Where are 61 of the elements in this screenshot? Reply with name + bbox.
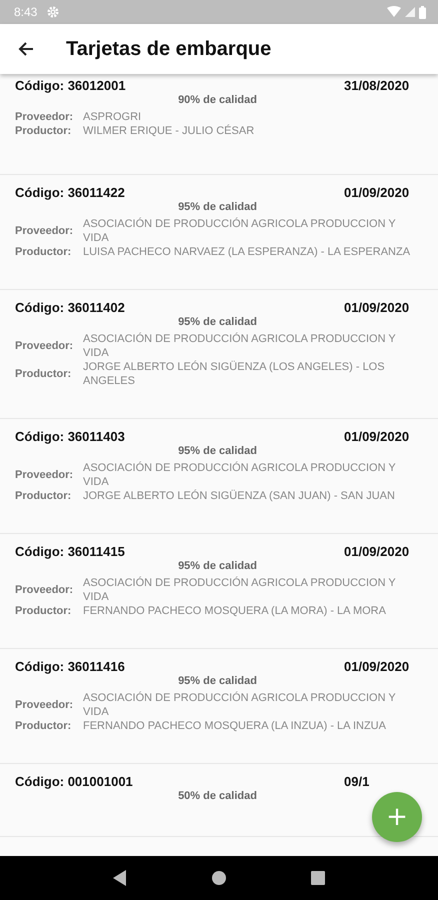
quality-text: 95% de calidad xyxy=(178,201,257,213)
field-value: LUISA PACHECO NARVAEZ (LA ESPERANZA) - LA ESPERANZA xyxy=(83,245,410,259)
quality-text: 95% de calidad xyxy=(178,560,257,572)
field-label: Productor: xyxy=(15,125,72,137)
field-value: FERNANDO PACHECO MOSQUERA (LA MORA) - LA MORA xyxy=(83,604,386,618)
field-label: Productor: xyxy=(15,490,72,502)
boarding-card[interactable]: Código: 36011403 01/09/2020 95% de calidad Proveedor: ASOCIACIÓN DE PRODUCCIÓN AGRICOLA PRODUCCION Y VIDA Productor: JORGE ALBERTO LEÓN SIGÜENZA (SAN JUAN) - SAN JUAN xyxy=(0,419,438,534)
boarding-card[interactable]: Código: 36011422 01/09/2020 95% de calidad Proveedor: ASOCIACIÓN DE PRODUCCIÓN AGRICOLA PRODUCCION Y VIDA Productor: LUISA PACHECO NARVAEZ (LA ESPERANZA) - LA ESPERANZA xyxy=(0,175,438,290)
home-icon[interactable] xyxy=(212,871,226,885)
card-date: 01/09/2020 xyxy=(344,544,410,559)
field-label: Productor: xyxy=(15,246,72,258)
boarding-card[interactable]: Código: 36012001 31/08/2020 90% de calidad Proveedor: ASPROGRI Productor: WILMER ERIQUE - JULIO CÉSAR xyxy=(0,74,438,175)
card-code: Código: 001001001 xyxy=(15,774,133,789)
boarding-card[interactable]: Código: 36011415 01/09/2020 95% de calidad Proveedor: ASOCIACIÓN DE PRODUCCIÓN AGRICOLA PRODUCCION Y VIDA Productor: FERNANDO PACHECO MOSQUERA (LA MORA) - LA MORA xyxy=(0,534,438,649)
card-code: Código: 36011416 xyxy=(15,659,125,674)
field-label: Productor: xyxy=(15,368,72,380)
field-label: Productor: xyxy=(15,605,72,617)
field-label: Proveedor: xyxy=(15,469,74,481)
field-label: Proveedor: xyxy=(15,340,74,352)
field-label: Productor: xyxy=(15,720,72,732)
card-code: Código: 36011402 xyxy=(15,300,125,315)
field-value: JORGE ALBERTO LEÓN SIGÜENZA (LOS ANGELES) - LOS ANGELES xyxy=(83,360,386,388)
card-date: 01/09/2020 xyxy=(344,300,410,315)
quality-text: 95% de calidad xyxy=(178,675,257,687)
settings-icon xyxy=(47,6,60,18)
status-time: 8:43 xyxy=(14,5,38,19)
screen-title: Tarjetas de embarque xyxy=(66,38,272,60)
field-value: ASOCIACIÓN DE PRODUCCIÓN AGRICOLA PRODUCCION Y VIDA xyxy=(83,691,397,719)
field-label: Proveedor: xyxy=(15,699,74,711)
boarding-card[interactable]: Código: 36011402 01/09/2020 95% de calidad Proveedor: ASOCIACIÓN DE PRODUCCIÓN AGRICOLA PRODUCCION Y VIDA Productor: JORGE ALBERTO LEÓN SIGÜENZA (LOS ANGELES) - LOS ANGELES xyxy=(0,290,438,419)
card-date: 01/09/2020 xyxy=(344,429,410,444)
signal-icon xyxy=(405,7,415,17)
wifi-icon xyxy=(387,6,401,18)
field-value: WILMER ERIQUE - JULIO CÉSAR xyxy=(83,124,254,138)
field-label: Proveedor: xyxy=(15,111,74,123)
card-code: Código: 36012001 xyxy=(15,78,126,93)
field-value: ASOCIACIÓN DE PRODUCCIÓN AGRICOLA PRODUCCION Y VIDA xyxy=(83,332,397,360)
field-value: ASOCIACIÓN DE PRODUCCIÓN AGRICOLA PRODUCCION Y VIDA xyxy=(83,217,397,245)
field-label: Proveedor: xyxy=(15,584,74,596)
recents-icon[interactable] xyxy=(311,871,326,885)
quality-text: 95% de calidad xyxy=(178,445,257,457)
card-code: Código: 36011415 xyxy=(15,544,125,559)
battery-icon xyxy=(419,6,426,18)
field-label: Proveedor: xyxy=(15,225,74,237)
field-value: ASOCIACIÓN DE PRODUCCIÓN AGRICOLA PRODUCCION Y VIDA xyxy=(83,576,397,604)
boarding-card[interactable]: Código: 36011416 01/09/2020 95% de calidad Proveedor: ASOCIACIÓN DE PRODUCCIÓN AGRICOLA PRODUCCION Y VIDA Productor: FERNANDO PACHECO MOSQUERA (LA INZUA) - LA INZUA xyxy=(0,649,438,764)
card-date: 01/09/2020 xyxy=(344,659,410,674)
card-code: Código: 36011422 xyxy=(15,185,125,200)
quality-text: 50% de calidad xyxy=(178,790,257,802)
field-value: FERNANDO PACHECO MOSQUERA (LA INZUA) - LA INZUA xyxy=(83,719,386,733)
field-value: ASPROGRI xyxy=(83,110,142,124)
card-date: 09/1 xyxy=(344,774,370,789)
card-code: Código: 36011403 xyxy=(15,429,125,444)
quality-text: 95% de calidad xyxy=(178,316,257,328)
back-arrow-icon[interactable] xyxy=(18,41,34,57)
field-value: ASOCIACIÓN DE PRODUCCIÓN AGRICOLA PRODUCCION Y VIDA xyxy=(83,461,397,489)
quality-text: 90% de calidad xyxy=(178,94,257,106)
card-date: 01/09/2020 xyxy=(344,185,410,200)
field-value: JORGE ALBERTO LEÓN SIGÜENZA (SAN JUAN) - SAN JUAN xyxy=(83,489,395,503)
card-date: 31/08/2020 xyxy=(344,78,410,93)
back-icon[interactable] xyxy=(112,870,127,886)
